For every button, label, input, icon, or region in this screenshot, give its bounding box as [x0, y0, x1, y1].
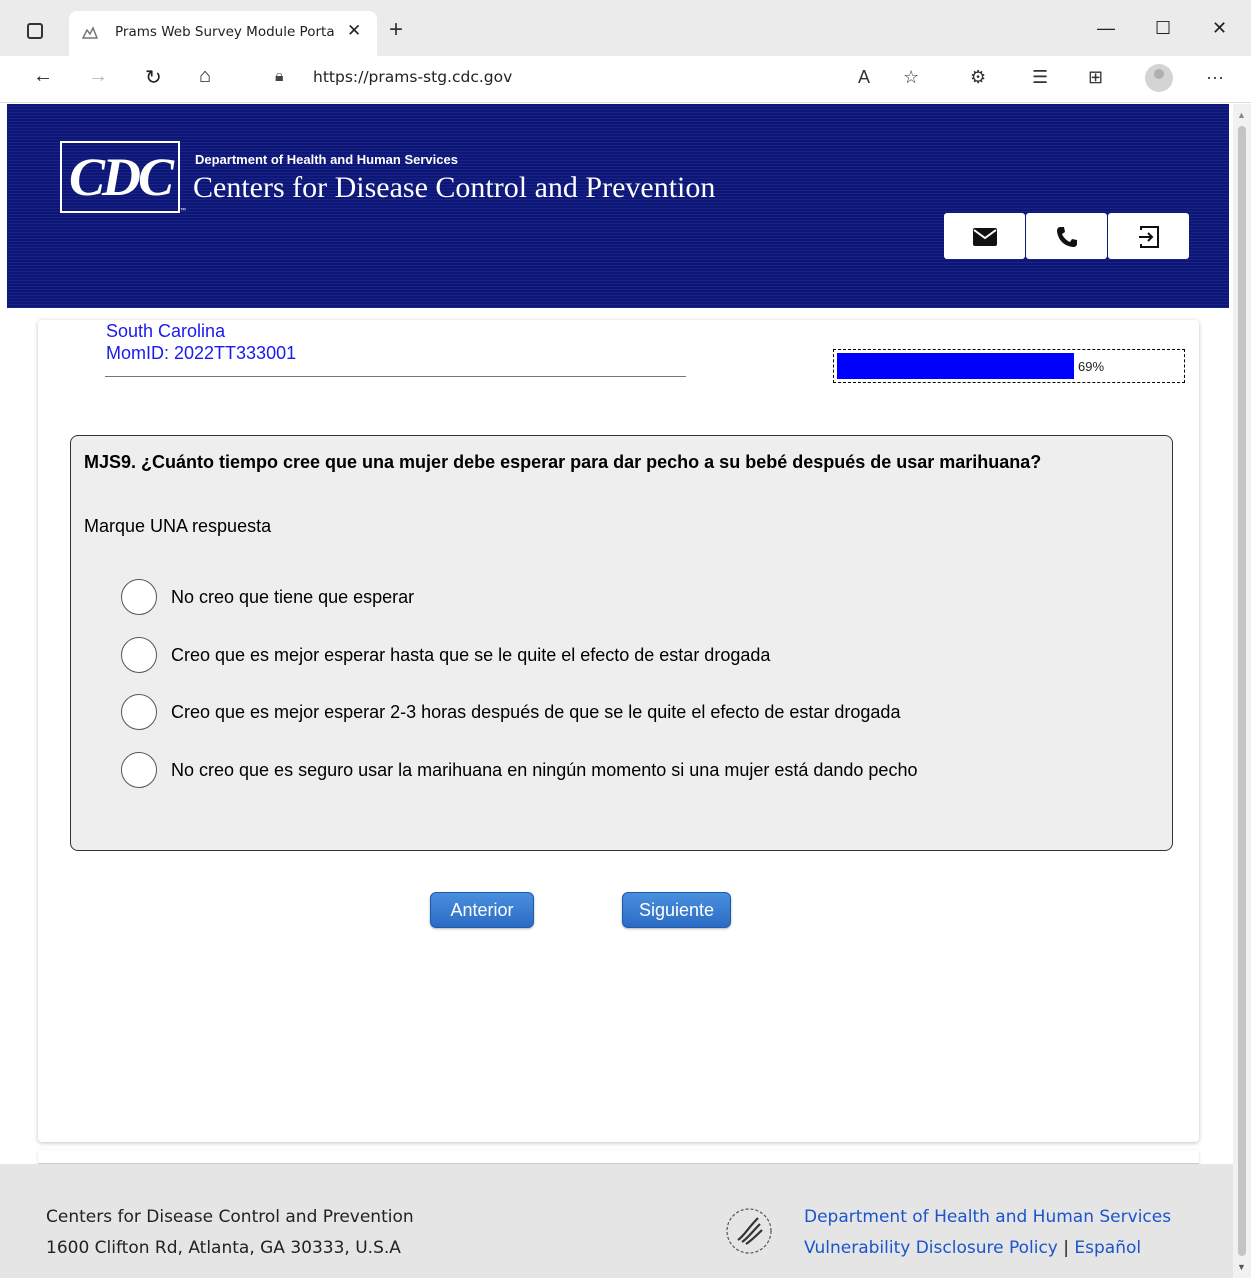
progress-bar: 69%: [833, 349, 1185, 383]
refresh-icon[interactable]: ↻: [145, 65, 162, 90]
extensions-icon[interactable]: ⚙: [970, 67, 986, 88]
profile-icon[interactable]: [1145, 64, 1173, 92]
add-favorite-icon[interactable]: ☆: [903, 67, 919, 88]
phone-icon: [1055, 223, 1079, 248]
favicon-icon: [81, 24, 99, 42]
question-text: MJS9. ¿Cuánto tiempo cree que una mujer …: [84, 452, 1042, 472]
footer-links: Vulnerability Disclosure Policy | Españo…: [804, 1238, 1141, 1258]
question-box: MJS9. ¿Cuánto tiempo cree que una mujer …: [70, 435, 1173, 851]
tab-actions-icon[interactable]: [27, 23, 43, 39]
more-icon[interactable]: ···: [1206, 67, 1224, 88]
footer-address: 1600 Clifton Rd, Atlanta, GA 30333, U.S.…: [46, 1238, 401, 1258]
plus-icon[interactable]: +: [389, 16, 403, 44]
next-button[interactable]: Siguiente: [622, 892, 731, 928]
answer-option[interactable]: No creo que es seguro usar la marihuana …: [121, 752, 917, 788]
question-instruction: Marque UNA respuesta: [84, 516, 272, 536]
card-edge: [38, 1150, 1199, 1164]
lock-icon[interactable]: 🔒︎: [275, 68, 284, 86]
read-aloud-icon[interactable]: A: [858, 67, 870, 88]
home-icon[interactable]: ⌂: [199, 65, 211, 88]
close-icon[interactable]: ✕: [347, 21, 361, 41]
radio-button[interactable]: [121, 752, 157, 788]
footer-org: Centers for Disease Control and Preventi…: [46, 1207, 414, 1227]
espanol-link[interactable]: Español: [1074, 1238, 1141, 1258]
logout-icon: [1137, 223, 1161, 249]
divider: [105, 376, 686, 377]
phone-button[interactable]: [1026, 213, 1107, 259]
address-input[interactable]: https://prams-stg.cdc.gov: [313, 68, 512, 86]
favorites-icon[interactable]: ☰: [1032, 67, 1048, 88]
page-footer: Centers for Disease Control and Preventi…: [0, 1164, 1233, 1278]
hhs-link[interactable]: Department of Health and Human Services: [804, 1207, 1171, 1227]
dept-name-large: Centers for Disease Control and Preventi…: [193, 171, 716, 204]
browser-titlebar: Prams Web Survey Module Porta ✕ + — ☐ ✕: [0, 0, 1251, 56]
scroll-down-icon[interactable]: ▼: [1237, 1262, 1246, 1272]
link-separator: |: [1063, 1238, 1069, 1258]
vulnerability-policy-link[interactable]: Vulnerability Disclosure Policy: [804, 1238, 1058, 1258]
maximize-icon[interactable]: ☐: [1155, 18, 1171, 39]
hhs-eagle-icon: [724, 1206, 774, 1256]
cdc-logo[interactable]: CDC: [60, 141, 180, 213]
answer-option[interactable]: Creo que es mejor esperar 2-3 horas desp…: [121, 694, 900, 730]
radio-button[interactable]: [121, 694, 157, 730]
momid-label: MomID: 2022TT333001: [106, 343, 297, 363]
scroll-up-icon[interactable]: ▲: [1237, 110, 1246, 120]
browser-tab[interactable]: Prams Web Survey Module Porta ✕: [69, 11, 377, 56]
radio-button[interactable]: [121, 579, 157, 615]
radio-button[interactable]: [121, 637, 157, 673]
trademark-mark: ™: [180, 208, 186, 214]
option-label[interactable]: Creo que es mejor esperar hasta que se l…: [171, 645, 770, 666]
cdc-header-banner: CDC ™ Department of Health and Human Ser…: [7, 104, 1229, 308]
vertical-scrollbar[interactable]: ▲ ▼: [1233, 104, 1251, 1278]
tab-title: Prams Web Survey Module Porta: [115, 24, 335, 40]
option-label[interactable]: Creo que es mejor esperar 2-3 horas desp…: [171, 702, 900, 723]
dept-name-small: Department of Health and Human Services: [195, 152, 458, 167]
email-icon: [972, 223, 998, 248]
progress-fill: [837, 353, 1074, 379]
progress-label: 69%: [1078, 359, 1105, 374]
back-arrow-icon[interactable]: ←: [33, 65, 53, 88]
survey-card: South Carolina MomID: 2022TT333001 69% M…: [38, 320, 1199, 1142]
option-label[interactable]: No creo que es seguro usar la marihuana …: [171, 760, 917, 781]
scrollbar-thumb[interactable]: [1238, 126, 1246, 1256]
email-button[interactable]: [944, 213, 1025, 259]
state-label: South Carolina: [106, 321, 226, 341]
logout-button[interactable]: [1108, 213, 1189, 259]
page-viewport: CDC ™ Department of Health and Human Ser…: [0, 104, 1233, 1278]
option-label[interactable]: No creo que tiene que esperar: [171, 587, 414, 608]
minimize-icon[interactable]: —: [1097, 18, 1115, 39]
forward-arrow-icon[interactable]: →: [88, 65, 108, 88]
previous-button[interactable]: Anterior: [430, 892, 534, 928]
collections-icon[interactable]: ⊞: [1088, 67, 1103, 88]
answer-option[interactable]: Creo que es mejor esperar hasta que se l…: [121, 637, 770, 673]
address-bar-row: ← → ↻ ⌂ 🔒︎ https://prams-stg.cdc.gov A ☆…: [0, 56, 1251, 103]
answer-option[interactable]: No creo que tiene que esperar: [121, 579, 414, 615]
window-close-icon[interactable]: ✕: [1212, 18, 1227, 39]
